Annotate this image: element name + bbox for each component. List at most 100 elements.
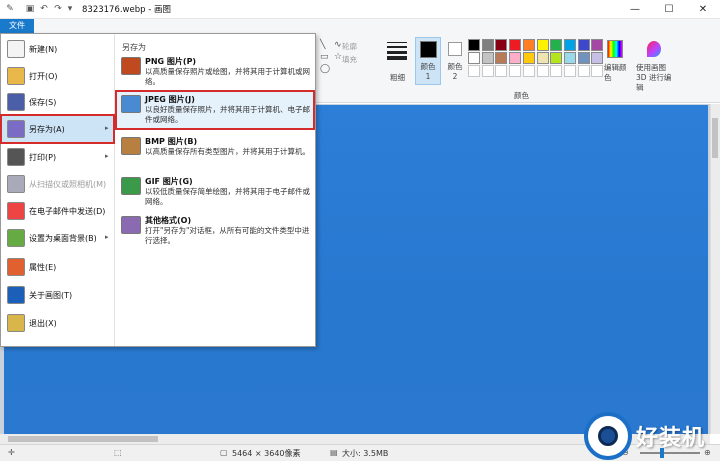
file-menu-item[interactable]: 打开(O) bbox=[2, 63, 113, 89]
outline-dropdown[interactable]: 轮廓 bbox=[342, 41, 357, 52]
file-menu-item[interactable]: 退出(X) bbox=[2, 310, 113, 336]
save-as-option[interactable]: GIF 图片(G) 以较低质量保存简单绘图，并将其用于电子邮件或网络。 bbox=[117, 174, 313, 208]
file-menu-item-label: 属性(E) bbox=[29, 263, 57, 272]
shape-bubble-icon[interactable]: ◯ bbox=[320, 64, 330, 74]
palette-color-swatch[interactable] bbox=[563, 39, 576, 51]
file-menu-item-label: 关于画图(T) bbox=[29, 291, 73, 300]
save-as-option[interactable]: BMP 图片(B) 以高质量保存所有类型图片，并将其用于计算机。 bbox=[117, 134, 313, 168]
palette-color-swatch[interactable] bbox=[577, 39, 590, 51]
paint-app-icon: ✎ bbox=[6, 4, 14, 14]
shape-line-icon[interactable]: ╲ bbox=[320, 40, 325, 50]
palette-color-swatch[interactable] bbox=[591, 52, 604, 64]
open-icon bbox=[7, 67, 25, 85]
submenu-arrow-icon: ▸ bbox=[105, 152, 109, 160]
shape-star-icon[interactable]: ☆ bbox=[334, 52, 342, 62]
file-menu-item[interactable]: 打印(P) ▸ bbox=[2, 144, 113, 170]
desktop-icon bbox=[7, 229, 25, 247]
save-as-option[interactable]: PNG 图片(P) 以高质量保存照片或绘图，并将其用于计算机或网络。 bbox=[117, 54, 313, 88]
palette-custom-swatch[interactable] bbox=[563, 65, 576, 77]
file-menu-item[interactable]: 设置为桌面背景(B) ▸ bbox=[2, 225, 113, 251]
file-menu-item[interactable]: 关于画图(T) bbox=[2, 282, 113, 308]
horizontal-scroll-thumb[interactable] bbox=[8, 436, 158, 442]
save-as-option-title: GIF 图片(G) bbox=[145, 177, 193, 186]
palette-color-swatch[interactable] bbox=[509, 39, 522, 51]
palette-color-swatch[interactable] bbox=[563, 52, 576, 64]
edit-colors-icon[interactable] bbox=[607, 40, 623, 58]
save-as-option-title: 其他格式(O) bbox=[145, 216, 192, 225]
palette-custom-swatch[interactable] bbox=[522, 65, 535, 77]
colors-group-label: 颜色 bbox=[514, 91, 529, 100]
shape-square-icon[interactable]: ▭ bbox=[320, 52, 329, 62]
palette-color-swatch[interactable] bbox=[495, 39, 508, 51]
palette-color-swatch[interactable] bbox=[591, 39, 604, 51]
save-as-option[interactable]: 其他格式(O) 打开"另存为"对话框，从所有可能的文件类型中进行选择。 bbox=[117, 213, 313, 249]
paint3d-icon[interactable] bbox=[647, 41, 661, 57]
palette-color-swatch[interactable] bbox=[481, 52, 494, 64]
save-as-option-title: JPEG 图片(J) bbox=[145, 95, 195, 104]
maximize-button[interactable]: ☐ bbox=[652, 0, 686, 19]
save-icon bbox=[7, 93, 25, 111]
customize-icon[interactable]: ▾ bbox=[64, 3, 76, 15]
save-as-option-description: 打开"另存为"对话框，从所有可能的文件类型中进行选择。 bbox=[145, 226, 310, 245]
file-menu-items: 新建(N) 打开(O) 保存(S) 另存为(A) ▸ 打印(P) ▸ 从扫描仪或照相机(M) 在… bbox=[0, 34, 115, 346]
palette-color-swatch[interactable] bbox=[522, 52, 535, 64]
minimize-button[interactable]: — bbox=[618, 0, 652, 19]
palette-color-swatch[interactable] bbox=[536, 52, 549, 64]
palette-color-swatch[interactable] bbox=[522, 39, 535, 51]
file-menu-item-label: 另存为(A) bbox=[29, 125, 65, 134]
palette-color-swatch[interactable] bbox=[550, 39, 563, 51]
save-icon[interactable]: ▣ bbox=[24, 3, 36, 15]
window-title: 8323176.webp - 画图 bbox=[82, 5, 172, 15]
save-as-option[interactable]: JPEG 图片(J) 以良好质量保存照片，并将其用于计算机、电子邮件或网络。 bbox=[115, 90, 315, 130]
close-button[interactable]: ✕ bbox=[686, 0, 720, 19]
color2-label[interactable]: 颜色 2 bbox=[444, 62, 466, 82]
title-bar: ✎ ▣ ↶ ↷ ▾ 8323176.webp - 画图 — ☐ ✕ bbox=[0, 0, 720, 19]
palette-color-swatch[interactable] bbox=[495, 52, 508, 64]
palette-color-swatch[interactable] bbox=[577, 52, 590, 64]
palette-custom-swatch[interactable] bbox=[495, 65, 508, 77]
palette-color-swatch[interactable] bbox=[468, 52, 480, 64]
color2-swatch[interactable] bbox=[448, 42, 462, 56]
save-as-option-description: 以较低质量保存简单绘图，并将其用于电子邮件或网络。 bbox=[145, 187, 310, 206]
shape-curve-icon[interactable]: ∿ bbox=[334, 40, 342, 50]
undo-icon[interactable]: ↶ bbox=[38, 3, 50, 15]
file-menu-item[interactable]: 从扫描仪或照相机(M) bbox=[2, 171, 113, 197]
file-menu-item[interactable]: 在电子邮件中发送(D) bbox=[2, 198, 113, 224]
palette-custom-swatch[interactable] bbox=[577, 65, 590, 77]
palette-color-swatch[interactable] bbox=[550, 52, 563, 64]
palette-custom-swatch[interactable] bbox=[536, 65, 549, 77]
zoom-slider[interactable] bbox=[640, 452, 700, 454]
palette-custom-swatch[interactable] bbox=[468, 65, 480, 77]
file-size: 大小: 3.5MB bbox=[342, 449, 389, 458]
palette-color-swatch[interactable] bbox=[468, 39, 480, 51]
submenu-arrow-icon: ▸ bbox=[105, 233, 109, 241]
palette-color-swatch[interactable] bbox=[481, 39, 494, 51]
redo-icon[interactable]: ↷ bbox=[52, 3, 64, 15]
paint3d-label[interactable]: 使用画图 3D 进行编辑 bbox=[636, 63, 678, 93]
palette-custom-swatch[interactable] bbox=[591, 65, 604, 77]
file-menu-item[interactable]: 属性(E) bbox=[2, 254, 113, 280]
file-size-icon: ▤ bbox=[330, 448, 338, 457]
file-menu-item[interactable]: 新建(N) bbox=[2, 36, 113, 62]
file-menu-item-label: 设置为桌面背景(B) bbox=[29, 234, 97, 243]
file-menu-item-label: 从扫描仪或照相机(M) bbox=[29, 180, 107, 189]
edit-colors-label[interactable]: 编辑颜色 bbox=[604, 63, 628, 83]
save-as-option-title: BMP 图片(B) bbox=[145, 137, 198, 146]
palette-custom-swatch[interactable] bbox=[509, 65, 522, 77]
palette-color-swatch[interactable] bbox=[509, 52, 522, 64]
file-menu-item[interactable]: 保存(S) bbox=[2, 89, 113, 115]
palette-color-swatch[interactable] bbox=[536, 39, 549, 51]
palette-custom-swatch[interactable] bbox=[481, 65, 494, 77]
palette-custom-swatch[interactable] bbox=[550, 65, 563, 77]
file-menu-item-label: 新建(N) bbox=[29, 45, 58, 54]
print-icon bbox=[7, 148, 25, 166]
save-as-submenu-title: 另存为 bbox=[122, 43, 146, 52]
size-label[interactable]: 粗细 bbox=[390, 72, 405, 83]
file-menu-item[interactable]: 另存为(A) ▸ bbox=[0, 114, 115, 144]
info-icon bbox=[7, 286, 25, 304]
vertical-scroll-thumb[interactable] bbox=[712, 118, 718, 158]
fill-dropdown[interactable]: 填充 bbox=[342, 54, 357, 65]
fill-label: 填充 bbox=[342, 55, 357, 64]
size-lines-icon[interactable] bbox=[387, 40, 407, 60]
file-tab[interactable]: 文件 bbox=[0, 19, 34, 33]
